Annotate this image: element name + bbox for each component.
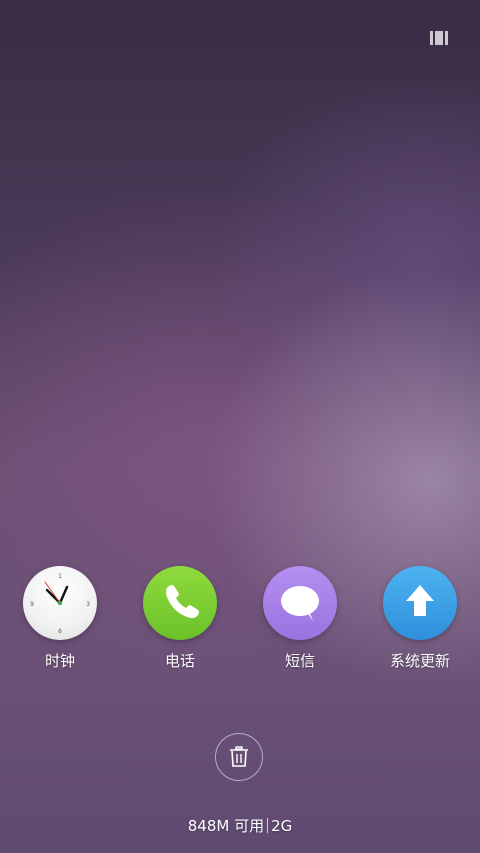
app-label: 短信	[284, 652, 315, 670]
trash-icon	[230, 746, 248, 767]
separator	[267, 818, 269, 833]
app-label: 电话	[164, 652, 195, 670]
recents-view-toggle-button[interactable]	[430, 30, 452, 46]
memory-total: 2G	[271, 817, 293, 835]
recent-apps-row: 1 3 6 9 时钟 电话 短信 系统更新	[0, 566, 480, 676]
memory-status: 848M 可用 2G	[0, 815, 480, 836]
message-icon	[263, 566, 337, 640]
memory-available: 848M 可用	[187, 817, 265, 835]
recent-app-messages[interactable]: 短信	[245, 566, 355, 671]
app-label: 系统更新	[389, 652, 450, 670]
svg-text:1: 1	[58, 573, 62, 580]
clear-all-button[interactable]	[215, 733, 263, 781]
recent-app-phone[interactable]: 电话	[125, 566, 235, 671]
recent-app-clock[interactable]: 1 3 6 9 时钟	[5, 566, 115, 671]
recent-app-system-update[interactable]: 系统更新	[365, 566, 475, 671]
clock-icon: 1 3 6 9	[23, 566, 97, 640]
upload-arrow-icon	[383, 566, 457, 640]
svg-text:9: 9	[30, 601, 34, 608]
app-label: 时钟	[44, 652, 75, 670]
phone-icon	[143, 566, 217, 640]
recents-view-icon	[430, 31, 433, 45]
svg-text:3: 3	[86, 601, 90, 608]
svg-text:6: 6	[58, 628, 62, 635]
